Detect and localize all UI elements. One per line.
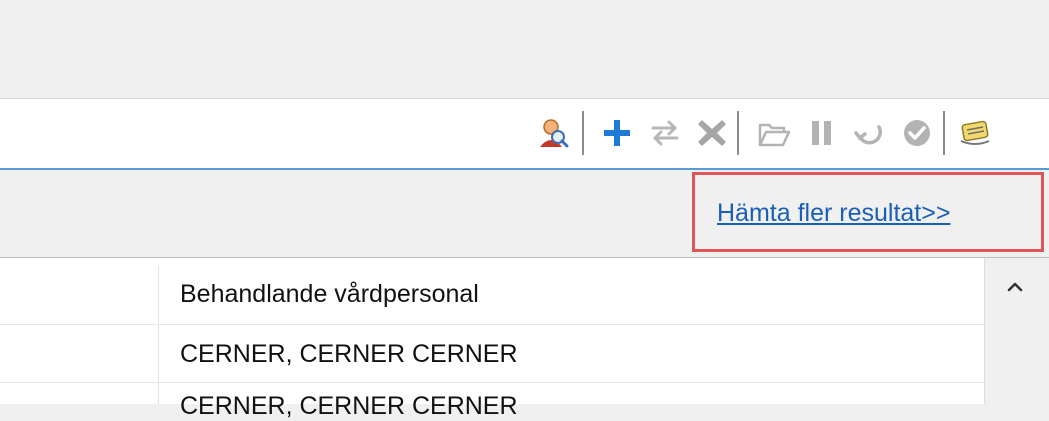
toolbar-separator	[737, 111, 739, 155]
column-header-treating-staff[interactable]: Behandlande vårdpersonal	[180, 280, 479, 309]
column-divider	[158, 266, 159, 404]
row-divider	[0, 324, 984, 325]
list-item[interactable]: CERNER, CERNER CERNER	[180, 392, 518, 421]
check-circle-icon[interactable]	[897, 113, 937, 153]
person-search-icon[interactable]	[532, 113, 572, 153]
pause-icon[interactable]	[801, 113, 841, 153]
plus-icon[interactable]	[597, 113, 637, 153]
toolbar-separator	[582, 111, 584, 155]
results-list: Behandlande vårdpersonal CERNER, CERNER …	[0, 258, 1049, 420]
toolbar	[0, 98, 1049, 170]
delete-x-icon[interactable]	[692, 113, 732, 153]
window-top-area	[0, 0, 1049, 98]
vertical-scrollbar[interactable]	[984, 258, 1049, 404]
fetch-more-highlight: Hämta fler resultat>>	[692, 172, 1044, 252]
fetch-more-results-link[interactable]: Hämta fler resultat>>	[717, 199, 950, 228]
list-item[interactable]: CERNER, CERNER CERNER	[180, 340, 518, 369]
scroll-up-icon[interactable]	[1000, 272, 1030, 302]
notes-icon[interactable]	[955, 112, 995, 152]
results-link-bar: Hämta fler resultat>>	[0, 170, 1049, 258]
undo-arrow-icon[interactable]	[850, 113, 890, 153]
swap-arrows-icon[interactable]	[645, 113, 685, 153]
toolbar-separator	[943, 111, 945, 155]
row-divider	[0, 382, 984, 383]
open-folder-icon[interactable]	[754, 113, 794, 153]
